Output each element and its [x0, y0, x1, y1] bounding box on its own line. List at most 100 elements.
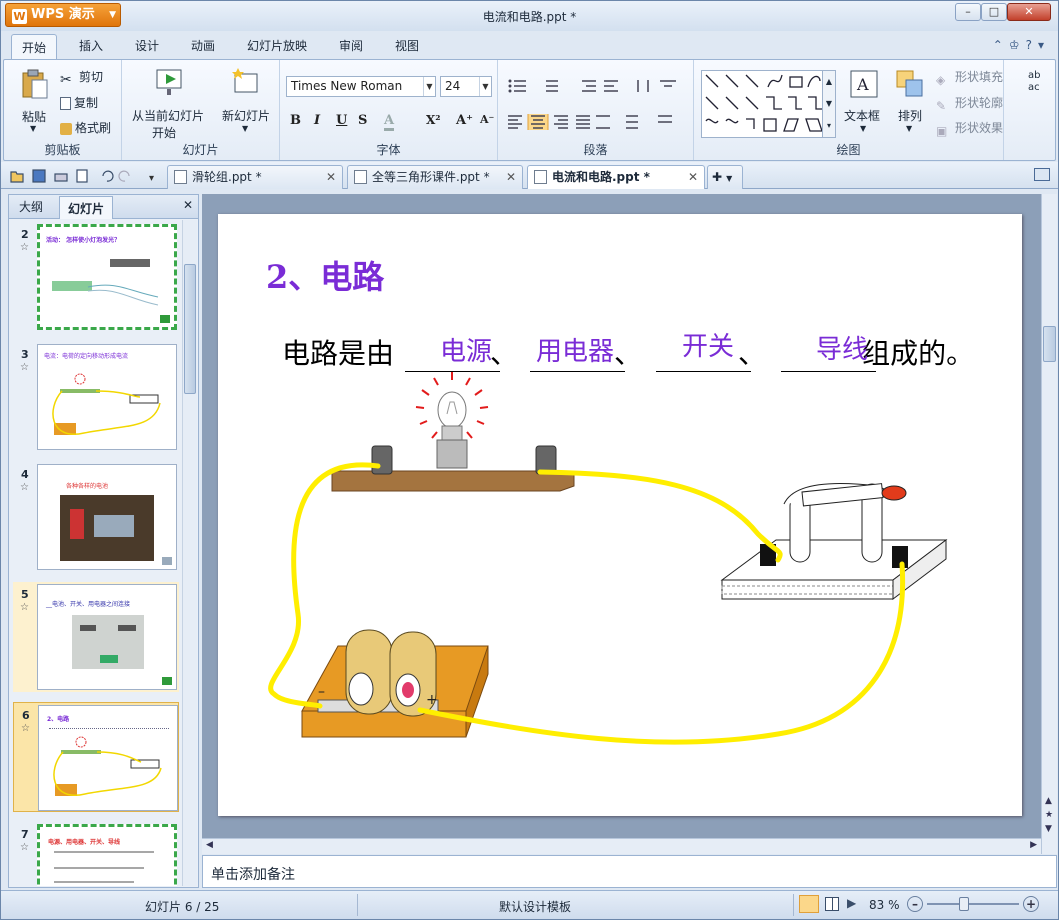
doc-tab-triangle[interactable]: 全等三角形课件.ppt * ✕ [347, 165, 523, 189]
scissors-icon: ✂ [60, 72, 72, 88]
thumbnail-item[interactable]: 7 ☆ 电源、用电器、开关、导线 [13, 822, 179, 886]
from-current-line2[interactable]: 开始 [152, 124, 176, 141]
skin-icon[interactable]: ♔ [1009, 38, 1026, 52]
zoom-in-icon[interactable]: + [1023, 896, 1039, 912]
new-tab-button[interactable]: ✚ ▼ [707, 165, 743, 189]
zoom-out-icon[interactable]: – [907, 896, 923, 912]
page-nav-icons[interactable]: ▲ ★ ▼ [1045, 794, 1053, 836]
slide-canvas[interactable]: 2、电路 电路是由、、、组成的。 电源 用电器 开关 导线 – + [218, 214, 1022, 816]
textbox-button[interactable]: 文本框 [844, 107, 880, 124]
chevron-down-icon[interactable]: ▼ [242, 124, 248, 133]
ppt-file-icon [174, 170, 187, 184]
shape-outline-button[interactable]: ✎ 形状轮廓 [936, 94, 1003, 115]
tab-outline[interactable]: 大纲 [19, 198, 43, 215]
thumbnail-item[interactable]: 5 ☆ __电池、开关、用电器之间连接 [13, 582, 179, 692]
thumbnail-item[interactable]: 2 ☆ 活动： 怎样使小灯泡发光？ [13, 222, 179, 332]
slide-number: 4 [21, 468, 29, 481]
from-current-line1[interactable]: 从当前幻灯片 [132, 107, 204, 124]
group-more: ab ac [1004, 60, 1055, 160]
cut-button[interactable]: ✂ 剪切 [60, 68, 103, 88]
notes-panel[interactable]: 单击添加备注 [202, 855, 1057, 888]
format-painter-button[interactable]: 格式刷 [60, 119, 111, 136]
shape-fill-button[interactable]: ◈ 形状填充 [936, 68, 1003, 89]
slideshow-icon[interactable]: ▶ [847, 896, 856, 910]
group-font: Times New Roman ▼ 24 ▼ B I U S A X² A⁺ A⁻ … [280, 60, 498, 160]
tab-view[interactable]: 视图 [395, 37, 419, 54]
tab-animation[interactable]: 动画 [191, 37, 215, 54]
chevron-down-icon[interactable]: ▼ [30, 124, 36, 133]
maximize-button[interactable]: □ [981, 3, 1007, 21]
tab-review[interactable]: 审阅 [339, 37, 363, 54]
thumbnail-item[interactable]: 4 ☆ 各种各样的电池 [13, 462, 179, 572]
tab-design[interactable]: 设计 [135, 37, 159, 54]
shape-gallery-scroll[interactable]: ▲ ▼ ▾ [822, 70, 836, 138]
minimize-button[interactable]: – [955, 3, 981, 21]
svg-text:A: A [856, 75, 869, 94]
font-size-value: 24 [445, 79, 461, 93]
quick-access-toolbar[interactable]: ▾ [9, 168, 159, 184]
close-button[interactable]: ✕ [1007, 3, 1051, 21]
slide-counter: 幻灯片 6 / 25 [145, 900, 220, 914]
collapse-ribbon-icon[interactable]: ⌃ [993, 38, 1009, 52]
thumb-text-line [54, 881, 134, 883]
chevron-down-icon[interactable]: ▼ [860, 124, 866, 133]
arrange-button[interactable]: 排列 [898, 107, 922, 124]
font-size-select[interactable]: 24 ▼ [440, 76, 492, 97]
tab-home[interactable]: 开始 [11, 34, 58, 59]
zoom-slider[interactable] [927, 903, 1019, 905]
close-icon[interactable]: ✕ [688, 166, 698, 188]
list-controls-icon[interactable] [508, 78, 688, 94]
chevron-down-icon[interactable]: ▾ [1038, 38, 1050, 52]
slide-horizontal-scrollbar[interactable]: ◀ ▶ [202, 838, 1041, 854]
thumbnail-scrollbar[interactable] [182, 220, 197, 886]
group-label: 字体 [376, 143, 401, 157]
superscript-button[interactable]: X² [426, 113, 441, 127]
thumbnail-item-selected[interactable]: 6 ☆ 2、电路 [13, 702, 179, 812]
shrink-font-button[interactable]: A⁻ [480, 113, 494, 126]
slide-vertical-scrollbar[interactable]: ▲ ★ ▼ [1041, 194, 1057, 854]
shape-gallery[interactable] [701, 70, 829, 138]
cut-label: 剪切 [79, 70, 104, 84]
more-tools-icon[interactable]: ab ac [1028, 70, 1040, 94]
doc-tab-circuit[interactable]: 电流和电路.ppt * ✕ [527, 165, 705, 189]
font-color-button[interactable]: A [384, 113, 395, 131]
copy-icon [60, 97, 71, 110]
doc-tab-pulley[interactable]: 滑轮组.ppt * ✕ [167, 165, 343, 189]
thumbnail-item[interactable]: 3 ☆ 电流：电荷的定向移动形成电流 [13, 342, 179, 452]
normal-view-icon[interactable] [799, 895, 819, 913]
close-icon[interactable]: ✕ [183, 198, 193, 212]
alignment-controls-icon[interactable] [508, 114, 688, 130]
window-layout-icon[interactable] [1034, 168, 1050, 181]
close-icon[interactable]: ✕ [326, 166, 336, 188]
ribbon-right-controls[interactable]: ⌃♔?▾ [993, 38, 1050, 52]
paste-button[interactable]: 粘贴 [22, 108, 46, 125]
chevron-down-icon[interactable]: ▼ [906, 124, 912, 133]
svg-text:–: – [318, 684, 325, 700]
tab-slides[interactable]: 幻灯片 [59, 196, 114, 219]
shadow-button[interactable]: S [358, 113, 367, 128]
copy-button[interactable]: 复制 [60, 94, 98, 111]
font-name-select[interactable]: Times New Roman ▼ [286, 76, 436, 97]
shape-fill-label: 形状填充 [955, 70, 1004, 84]
group-clipboard: 粘贴 ▼ ✂ 剪切 复制 格式刷 剪贴板 [4, 60, 122, 160]
grow-font-button[interactable]: A⁺ [456, 113, 473, 128]
slide-sorter-icon[interactable] [825, 897, 839, 911]
help-icon[interactable]: ? [1026, 38, 1038, 52]
scroll-left-icon[interactable]: ◀ [206, 840, 213, 850]
scroll-thumb[interactable] [1043, 326, 1056, 362]
shape-effect-button[interactable]: ▣ 形状效果 [936, 119, 1003, 140]
italic-button[interactable]: I [314, 113, 320, 128]
new-slide-button[interactable]: 新幻灯片 [222, 107, 270, 124]
tab-slideshow[interactable]: 幻灯片放映 [247, 37, 307, 54]
scroll-thumb[interactable] [184, 264, 196, 394]
scroll-right-icon[interactable]: ▶ [1030, 840, 1037, 850]
zoom-slider-thumb[interactable] [959, 897, 969, 911]
circuit-diagram[interactable]: – + [218, 214, 1022, 816]
format-painter-label: 格式刷 [75, 121, 112, 135]
bold-button[interactable]: B [290, 113, 301, 128]
close-icon[interactable]: ✕ [506, 166, 516, 188]
tab-insert[interactable]: 插入 [79, 37, 103, 54]
underline-button[interactable]: U [336, 113, 347, 128]
slide-number: 6 [22, 709, 30, 722]
new-slide-icon [232, 68, 258, 93]
